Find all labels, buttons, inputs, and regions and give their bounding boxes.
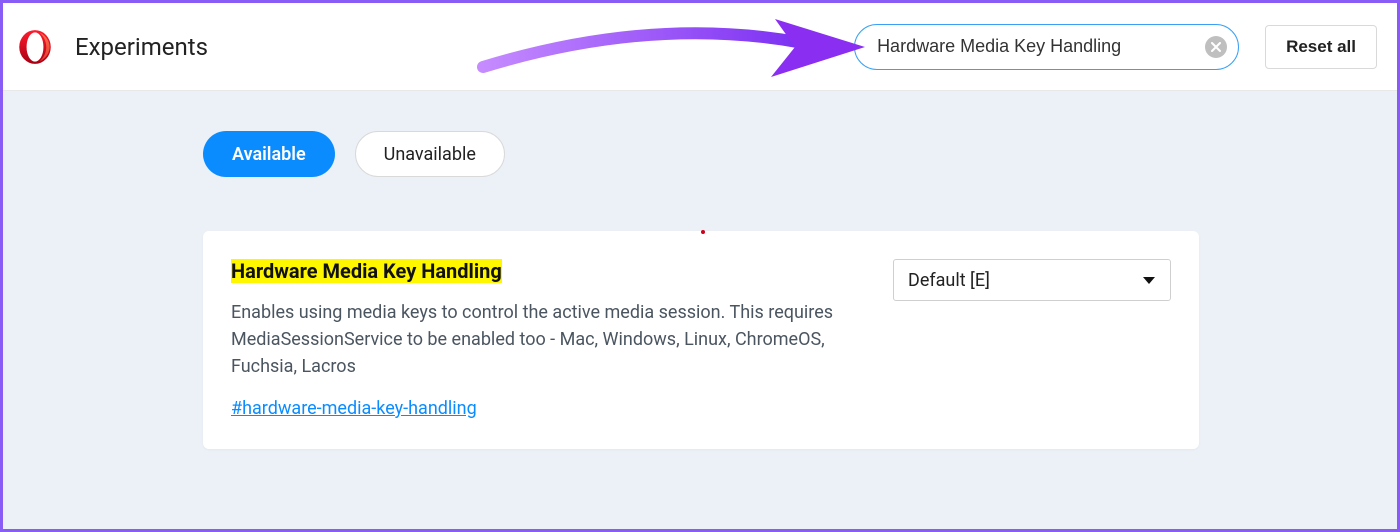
annotation-dot xyxy=(701,230,705,234)
search-container xyxy=(854,24,1239,70)
reset-all-button[interactable]: Reset all xyxy=(1265,25,1377,69)
flag-description: Enables using media keys to control the … xyxy=(231,299,841,380)
search-input[interactable] xyxy=(854,24,1239,70)
tab-bar: Available Unavailable xyxy=(203,131,1397,177)
flag-title: Hardware Media Key Handling xyxy=(231,259,502,283)
flag-card: Hardware Media Key Handling Enables usin… xyxy=(203,231,1199,449)
flag-state-select[interactable]: Default [E] xyxy=(893,259,1171,301)
flag-hash-link[interactable]: #hardware-media-key-handling xyxy=(231,398,477,419)
tab-available[interactable]: Available xyxy=(203,131,335,177)
page-title: Experiments xyxy=(75,33,208,61)
clear-search-icon[interactable] xyxy=(1205,36,1227,58)
tab-unavailable[interactable]: Unavailable xyxy=(355,131,505,177)
header-bar: Experiments Reset all xyxy=(3,3,1397,91)
flag-state-value: Default [E] xyxy=(908,270,990,291)
opera-logo-icon xyxy=(17,29,53,65)
content-area: Available Unavailable Hardware Media Key… xyxy=(3,91,1397,529)
chevron-down-icon xyxy=(1142,270,1156,291)
